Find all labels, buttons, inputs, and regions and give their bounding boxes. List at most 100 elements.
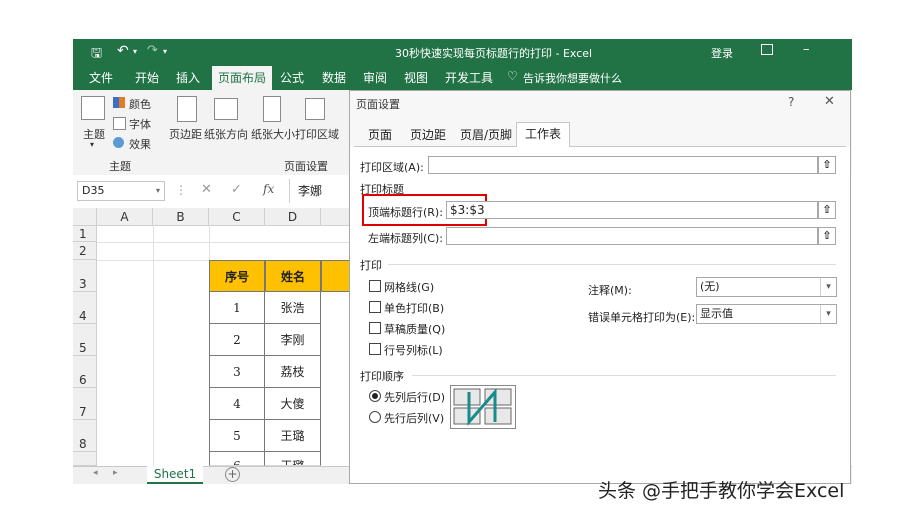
login-button[interactable]: 登录	[711, 45, 733, 61]
help-button[interactable]: ?	[788, 95, 794, 109]
row-header[interactable]: 1	[73, 226, 97, 242]
table-cell[interactable]: 4	[209, 388, 265, 420]
row-header[interactable]: 6	[73, 356, 97, 388]
name-box[interactable]: D35 ▾	[77, 181, 165, 201]
table-cell[interactable]: 王璐	[265, 420, 321, 452]
table-cell[interactable]: 6	[209, 452, 265, 466]
cell-errors-label: 错误单元格打印为(E):	[588, 311, 696, 324]
table-cell[interactable]: 张浩	[265, 292, 321, 324]
undo-dropdown-icon[interactable]: ▾	[133, 47, 137, 56]
tab-sheet[interactable]: 工作表	[516, 122, 571, 148]
tab-header-footer[interactable]: 页眉/页脚	[452, 124, 520, 146]
chevron-down-icon[interactable]: ▾	[156, 182, 160, 200]
tab-home[interactable]: 开始	[135, 69, 159, 86]
table-cell[interactable]: 王璐	[265, 452, 321, 466]
size-icon[interactable]	[263, 96, 281, 122]
table-cell[interactable]: 5	[209, 420, 265, 452]
page-order-label: 打印顺序	[360, 370, 404, 383]
save-icon[interactable]: 🖫	[91, 44, 102, 66]
top-rows-input[interactable]: $3:$3	[446, 201, 818, 219]
down-then-over-radio[interactable]	[369, 390, 381, 402]
collapse-dialog-icon[interactable]: ⇧	[818, 156, 836, 174]
orientation-icon[interactable]	[214, 98, 238, 120]
group-label-page-setup: 页面设置	[284, 160, 328, 173]
scroll-right-icon[interactable]: ▸	[113, 468, 118, 478]
orientation-button[interactable]: 纸张方向	[204, 126, 248, 142]
tab-formulas[interactable]: 公式	[280, 69, 304, 86]
watermark-text: 头条 @手把手教你学会Excel	[598, 480, 845, 502]
gridlines-checkbox[interactable]	[369, 280, 381, 292]
margins-icon[interactable]	[177, 96, 197, 122]
print-area-button[interactable]: 打印区域	[295, 126, 339, 142]
table-header-cell[interactable]	[321, 260, 352, 292]
table-cell[interactable]: 荔枝	[265, 356, 321, 388]
row-header[interactable]: 5	[73, 324, 97, 356]
redo-icon[interactable]: ↷	[147, 43, 158, 58]
row-header[interactable]: 3	[73, 260, 97, 292]
qat-customize-icon[interactable]: ▾	[163, 47, 167, 56]
row-header[interactable]	[73, 452, 97, 466]
tab-view[interactable]: 视图	[404, 69, 428, 86]
table-header-cell[interactable]: 序号	[209, 260, 265, 292]
table-cell[interactable]: 大傻	[265, 388, 321, 420]
fonts-button[interactable]: 字体	[129, 116, 151, 132]
left-columns-label: 左端标题列(C):	[368, 232, 443, 245]
tab-insert[interactable]: 插入	[176, 69, 200, 86]
tell-me-search[interactable]: 告诉我你想要做什么	[523, 70, 622, 86]
size-button[interactable]: 纸张大小	[251, 126, 295, 142]
collapse-dialog-icon[interactable]: ⇧	[818, 201, 836, 219]
tab-developer[interactable]: 开发工具	[445, 69, 493, 86]
colors-button[interactable]: 颜色	[129, 96, 151, 112]
row-header[interactable]: 7	[73, 388, 97, 420]
minimize-icon[interactable]: –	[803, 42, 810, 57]
themes-icon[interactable]	[81, 96, 105, 120]
add-sheet-icon[interactable]: +	[225, 467, 240, 482]
column-header[interactable]: D	[265, 208, 321, 226]
comments-select[interactable]: (无) ▾	[696, 277, 837, 297]
row-header[interactable]: 8	[73, 420, 97, 452]
tab-margins[interactable]: 页边距	[402, 124, 454, 146]
tab-file[interactable]: 文件	[89, 69, 113, 86]
column-header[interactable]: C	[209, 208, 265, 226]
close-icon[interactable]: ✕	[824, 94, 835, 109]
scroll-left-icon[interactable]: ◂	[93, 468, 98, 478]
insert-function-icon[interactable]: fx	[263, 182, 274, 196]
row-header[interactable]: 4	[73, 292, 97, 324]
chevron-down-icon[interactable]: ▾	[820, 305, 836, 323]
page-order-preview-graphic	[453, 387, 512, 427]
black-and-white-checkbox[interactable]	[369, 301, 381, 313]
tab-data[interactable]: 数据	[322, 69, 346, 86]
over-then-down-label: 先行后列(V)	[384, 412, 445, 425]
print-area-icon[interactable]	[305, 98, 325, 120]
column-header[interactable]: A	[97, 208, 153, 226]
table-cell[interactable]: 2	[209, 324, 265, 356]
tab-page[interactable]: 页面	[360, 124, 400, 146]
sheet-tab-sheet1[interactable]: Sheet1	[147, 466, 203, 484]
collapse-dialog-icon[interactable]: ⇧	[818, 227, 836, 245]
over-then-down-radio[interactable]	[369, 411, 381, 423]
cancel-icon[interactable]: ✕	[201, 182, 212, 197]
left-columns-input[interactable]	[446, 227, 818, 245]
ribbon-tabs: 文件 开始 插入 页面布局 公式 数据 审阅 视图 开发工具 ♡ 告诉我你想要做…	[73, 65, 852, 92]
ribbon-display-icon[interactable]	[761, 44, 773, 55]
table-header-cell[interactable]: 姓名	[265, 260, 321, 292]
print-area-input[interactable]	[428, 156, 818, 174]
table-cell[interactable]: 李刚	[265, 324, 321, 356]
column-header[interactable]: B	[153, 208, 209, 226]
table-cell[interactable]: 1	[209, 292, 265, 324]
table-cell[interactable]: 3	[209, 356, 265, 388]
tab-page-layout[interactable]: 页面布局	[212, 66, 273, 92]
enter-icon[interactable]: ✓	[231, 182, 242, 197]
draft-quality-checkbox[interactable]	[369, 322, 381, 334]
select-all-corner[interactable]	[73, 208, 97, 226]
row-header[interactable]: 2	[73, 242, 97, 260]
cell-errors-select[interactable]: 显示值 ▾	[696, 304, 837, 324]
margins-button[interactable]: 页边距	[169, 126, 202, 142]
print-section-label: 打印	[360, 259, 382, 272]
effects-button[interactable]: 效果	[129, 136, 151, 152]
row-col-headings-checkbox[interactable]	[369, 343, 381, 355]
title-bar: 🖫 ↶ ▾ ↷ ▾ 30秒快速实现每页标题行的打印 - Excel 登录 –	[73, 39, 852, 65]
undo-icon[interactable]: ↶	[117, 43, 129, 59]
tab-review[interactable]: 审阅	[363, 69, 387, 86]
chevron-down-icon[interactable]: ▾	[820, 278, 836, 296]
